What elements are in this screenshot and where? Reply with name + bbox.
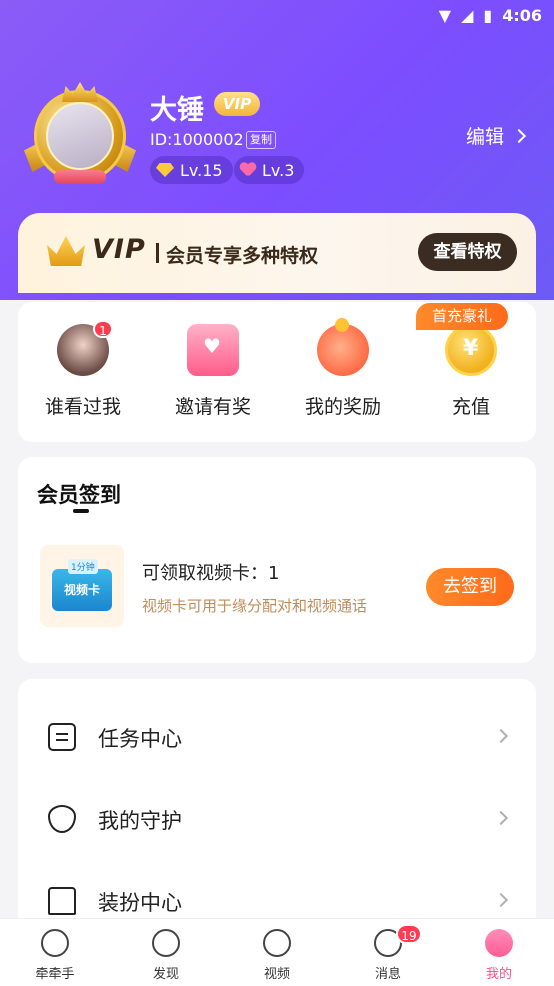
edit-profile-link[interactable]: 编辑 (466, 122, 527, 149)
avatar-ribbon (54, 170, 106, 184)
edit-profile-label: 编辑 (466, 126, 505, 148)
quick-action-label: 充值 (451, 396, 490, 418)
checkin-reward-text: 可领取视频卡：1 (142, 563, 280, 584)
quick-action-rewards[interactable]: 我的奖励 (288, 318, 398, 419)
invite-envelope-icon (187, 324, 239, 376)
coin-icon (445, 324, 497, 376)
crown-icon (62, 82, 98, 102)
chevron-right-icon (493, 892, 509, 908)
chevron-right-icon (493, 810, 509, 826)
diamond-icon (156, 163, 174, 177)
visitor-count-badge: 1 (93, 320, 113, 338)
checkin-reward-desc: 视频卡可用于缘分配对和视频通话 (142, 597, 368, 615)
copy-id-button[interactable]: 复制 (246, 131, 276, 149)
vip-slogan: 会员专享多种特权 (166, 245, 319, 267)
piggy-bank-icon (317, 318, 369, 376)
chevron-right-icon (493, 728, 509, 744)
menu-item-guardian[interactable]: 我的守护 (18, 789, 536, 849)
tab-discover[interactable]: 发现 (126, 929, 206, 982)
messages-unread-badge: 19 (396, 924, 422, 944)
tab-label: 视频 (263, 967, 290, 982)
quick-action-invite[interactable]: 邀请有奖 (158, 324, 268, 419)
wifi-icon: ▼ (438, 6, 452, 25)
member-checkin-card: 会员签到 视频卡 1分钟 可领取视频卡：1 视频卡可用于缘分配对和视频通话 去签… (18, 457, 536, 663)
quick-action-label: 谁看过我 (44, 396, 121, 418)
charm-level-pill: Lv.3 (234, 156, 305, 184)
shirt-icon (48, 887, 76, 915)
avatar[interactable] (46, 102, 114, 170)
quick-action-recharge[interactable]: 充值 (416, 324, 526, 419)
vip-logo: VIP (92, 234, 146, 265)
video-card-duration: 1分钟 (68, 559, 98, 574)
checkin-button[interactable]: 去签到 (426, 568, 514, 606)
menu-item-label: 我的守护 (98, 809, 182, 833)
chevron-right-icon (511, 128, 527, 143)
status-time: 4:06 (502, 6, 542, 25)
guard-heart-icon (48, 805, 76, 833)
status-icons: ▼ ◢ ▮ 4:06 (439, 6, 542, 25)
wealth-level-pill: Lv.15 (150, 156, 233, 184)
quick-action-label: 邀请有奖 (174, 396, 251, 418)
menu-item-task-center[interactable]: 任务中心 (18, 707, 536, 767)
hand-heart-icon (41, 929, 69, 957)
tab-label: 牵牵手 (35, 967, 75, 982)
tab-label: 发现 (152, 967, 179, 982)
battery-icon: ▮ (483, 6, 493, 25)
tab-me[interactable]: 我的 (459, 929, 539, 982)
menu-item-label: 任务中心 (98, 727, 182, 751)
quick-action-visitors[interactable]: 1 谁看过我 (28, 320, 138, 419)
view-privileges-button[interactable]: 查看特权 (418, 233, 517, 271)
menu-list-card: 任务中心 我的守护 装扮中心 (18, 679, 536, 939)
heart-icon (240, 163, 256, 177)
video-card-icon: 视频卡 (52, 569, 112, 611)
wealth-level: Lv.15 (180, 160, 223, 180)
bottom-tab-bar: 牵牵手 发现 视频 消息 我的 (0, 918, 554, 986)
visitor-avatar-icon: 1 (57, 320, 113, 376)
tab-label: 消息 (374, 967, 401, 982)
vip-badge: VIP (214, 92, 260, 116)
user-id: ID:1000002 (150, 130, 244, 149)
checkin-title: 会员签到 (37, 483, 121, 507)
title-underline (73, 509, 89, 513)
compass-icon (152, 929, 180, 957)
smile-face-icon (485, 929, 513, 957)
status-bar: ▼ ◢ ▮ 4:06 (0, 0, 554, 34)
vip-divider (156, 243, 159, 263)
tab-match[interactable]: 牵牵手 (15, 929, 95, 982)
menu-item-label: 装扮中心 (98, 891, 182, 915)
video-card-thumbnail: 视频卡 1分钟 (40, 545, 124, 627)
task-list-icon (48, 723, 76, 751)
tab-label: 我的 (485, 967, 512, 982)
play-icon (263, 929, 291, 957)
user-name: 大锤 (150, 95, 204, 126)
signal-icon: ◢ (461, 6, 474, 25)
quick-action-label: 我的奖励 (304, 396, 381, 418)
charm-level: Lv.3 (262, 160, 295, 180)
tab-video[interactable]: 视频 (237, 929, 317, 982)
avatar-frame[interactable] (24, 82, 136, 186)
first-recharge-tag: 首充豪礼 (416, 303, 508, 330)
